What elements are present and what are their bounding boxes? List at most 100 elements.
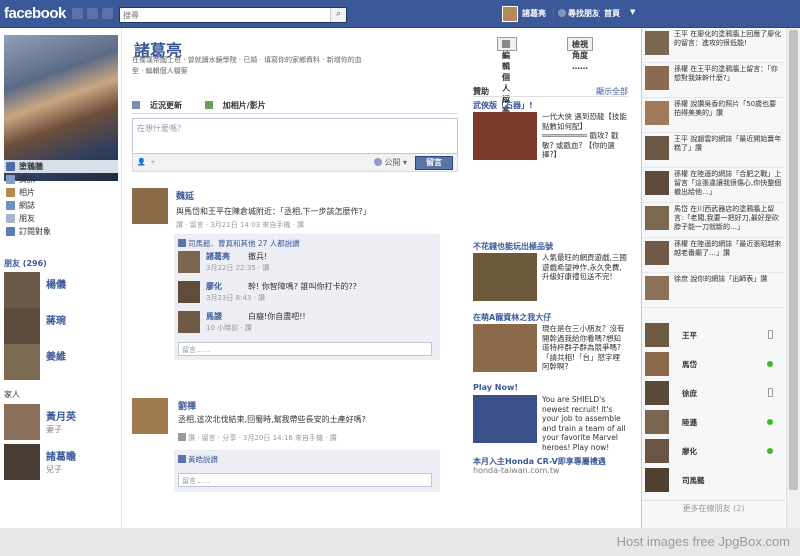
profile-info-line2[interactable]: 型 · 編輯個人檔案 (132, 66, 472, 77)
comment-input[interactable]: 留言…… (178, 473, 432, 487)
likes-summary[interactable]: 黃皓說讚 (178, 454, 218, 465)
ticker-avatar[interactable] (645, 101, 669, 125)
search-icon[interactable]: ⌕ (330, 8, 346, 22)
account-menu-icon[interactable]: ▼ (630, 8, 635, 16)
buddy-item[interactable]: 陸遜 (642, 409, 785, 435)
buddy-item[interactable]: 王平 (642, 322, 785, 348)
buddy-name[interactable]: 徐庶 (682, 388, 697, 399)
story-author-avatar[interactable] (132, 188, 168, 224)
buddy-name[interactable]: 司馬懿 (682, 475, 705, 486)
friend-name[interactable]: 姜維 (46, 348, 66, 363)
comment-author[interactable]: 馬謖 (206, 311, 222, 322)
ticker-avatar[interactable] (645, 171, 669, 195)
buddy-avatar[interactable] (645, 323, 669, 347)
tab-status-update[interactable]: 近況更新 (132, 101, 192, 110)
story-meta[interactable]: 讚 · 留言 · 分享 · 3月20日 14:16 來自手機 · 讚 (178, 433, 337, 443)
story-author[interactable]: 劉禪 (178, 399, 196, 412)
friend-requests-icon[interactable] (72, 8, 83, 19)
buddy-item[interactable]: 馬岱 (642, 351, 785, 377)
buddy-avatar[interactable] (645, 468, 669, 492)
more-online-friends[interactable]: 更多在線朋友 (2) (642, 500, 785, 516)
comment-avatar[interactable] (178, 311, 200, 333)
friend-avatar[interactable] (4, 308, 40, 344)
location-icon[interactable]: ⌖ (151, 158, 155, 167)
ticker-item[interactable]: 馬岱 在川西武器店的塗鴉牆上留言:「老闆,我要一把好刀,最好是砍脖子能一刀就斷的… (642, 203, 785, 238)
ticker-avatar[interactable] (645, 136, 669, 160)
scrollbar-thumb[interactable] (789, 30, 798, 490)
buddy-item[interactable]: 徐庶 (642, 380, 785, 406)
ticker-item[interactable]: 孫權 在陸遜的網誌「最近張昭越來越老番癲了…」讚 (642, 238, 785, 273)
tab-add-photo[interactable]: 加相片/影片 (204, 101, 276, 110)
ad-subtitle[interactable]: honda-taiwan.com.tw (473, 466, 560, 475)
buddy-avatar[interactable] (645, 352, 669, 376)
family-avatar[interactable] (4, 404, 40, 440)
user-avatar[interactable] (502, 6, 518, 22)
ticker-item[interactable]: 孫權 在王平的塗鴉牆上留言：「你想對我妹幹什麼?」 (642, 63, 785, 98)
friend-item[interactable]: 姜維 (4, 344, 118, 380)
ad-title[interactable]: 武俠版「石器」! (473, 100, 533, 111)
audience-selector[interactable]: 公開 ▾ (374, 157, 407, 168)
comment-meta[interactable]: 3月22日 22:35 · 讚 (206, 263, 269, 273)
nav-item[interactable]: 相片 (4, 186, 118, 199)
nav-item[interactable]: 網誌 (4, 199, 118, 212)
buddy-avatar[interactable] (645, 439, 669, 463)
buddy-item[interactable]: 司馬懿 (642, 467, 785, 493)
nav-item[interactable]: 塗鴉牆 (4, 160, 118, 173)
scrollbar[interactable] (786, 28, 800, 528)
post-button[interactable]: 留言 (415, 156, 453, 170)
family-avatar[interactable] (4, 444, 40, 480)
ticker-item[interactable]: 徐庶 說你的網誌「出師表」讚 (642, 273, 785, 308)
ad-title[interactable]: 不花錢也能玩出極品號 (473, 241, 553, 252)
friend-item[interactable]: 蔣琬 (4, 308, 118, 344)
ticker-avatar[interactable] (645, 66, 669, 90)
find-friends-link[interactable]: 尋找朋友 (558, 8, 600, 19)
ticker-avatar[interactable] (645, 276, 669, 300)
ad-title[interactable]: Play Now! (473, 383, 518, 392)
nav-item[interactable]: 資訊 (4, 173, 118, 186)
comment-meta[interactable]: 10 小時前 · 讚 (206, 323, 252, 333)
buddy-name[interactable]: 馬岱 (682, 359, 697, 370)
nav-item[interactable]: 訂閱對象 (4, 225, 118, 238)
home-link[interactable]: 首頁 (604, 8, 620, 19)
buddy-name[interactable]: 王平 (682, 330, 697, 341)
likes-summary[interactable]: 司馬懿、曹真和其他 27 人都說讚 (178, 238, 300, 249)
friend-item[interactable]: 楊儀 (4, 272, 118, 308)
see-all-ads-link[interactable]: 顯示全部 (596, 86, 628, 97)
comment-avatar[interactable] (178, 281, 200, 303)
ticker-avatar[interactable] (645, 241, 669, 265)
buddy-name[interactable]: 陸遜 (682, 417, 697, 428)
ad-image[interactable] (473, 395, 537, 443)
buddy-item[interactable]: 廖化 (642, 438, 785, 464)
comment-author[interactable]: 廖化 (206, 281, 222, 292)
story-author[interactable]: 魏延 (176, 189, 194, 202)
status-input[interactable]: 在想什麼嗎？ (132, 118, 458, 154)
ticker-item[interactable]: 王平 在廖化的塗鴉牆上回應了廖化的留言：進攻的很低能! (642, 28, 785, 63)
friends-section-label[interactable]: 朋友 (296) (4, 258, 47, 269)
family-name[interactable]: 黃月英 (46, 408, 76, 423)
buddy-avatar[interactable] (645, 381, 669, 405)
family-name[interactable]: 諸葛瞻 (46, 448, 76, 463)
friend-avatar[interactable] (4, 272, 40, 308)
search-input[interactable]: 搜尋 ⌕ (119, 7, 347, 23)
notifications-icon[interactable] (102, 8, 113, 19)
ad-image[interactable] (473, 253, 537, 301)
nav-item[interactable]: 朋友 (4, 212, 118, 225)
ad-image[interactable] (473, 324, 537, 372)
comment-input[interactable]: 留言…… (178, 342, 432, 356)
friend-name[interactable]: 蔣琬 (46, 312, 66, 327)
buddy-name[interactable]: 廖化 (682, 446, 697, 457)
messages-icon[interactable] (87, 8, 98, 19)
ad-title[interactable]: 在萌A寵資林之我大仔 (473, 312, 551, 323)
family-item[interactable]: 黃月英 妻子 (4, 404, 118, 440)
facebook-logo[interactable]: facebook (4, 5, 66, 22)
ticker-item[interactable]: 孫權 在陸遜的網誌「合肥之戰」上留言「這張違讓我很傷心,你快整個撤出給他…」 (642, 168, 785, 203)
comment-author[interactable]: 諸葛亮 (206, 251, 230, 262)
story-author-avatar[interactable] (132, 398, 168, 434)
ticker-item[interactable]: 孫權 說讚吳香的照片「50歲也要拍得美美的」讚 (642, 98, 785, 133)
comment-avatar[interactable] (178, 251, 200, 273)
friend-name[interactable]: 楊儀 (46, 276, 66, 291)
friend-avatar[interactable] (4, 344, 40, 380)
family-item[interactable]: 諸葛瞻 兒子 (4, 444, 118, 480)
user-name-link[interactable]: 諸葛亮 (522, 8, 546, 19)
ad-image[interactable] (473, 112, 537, 160)
